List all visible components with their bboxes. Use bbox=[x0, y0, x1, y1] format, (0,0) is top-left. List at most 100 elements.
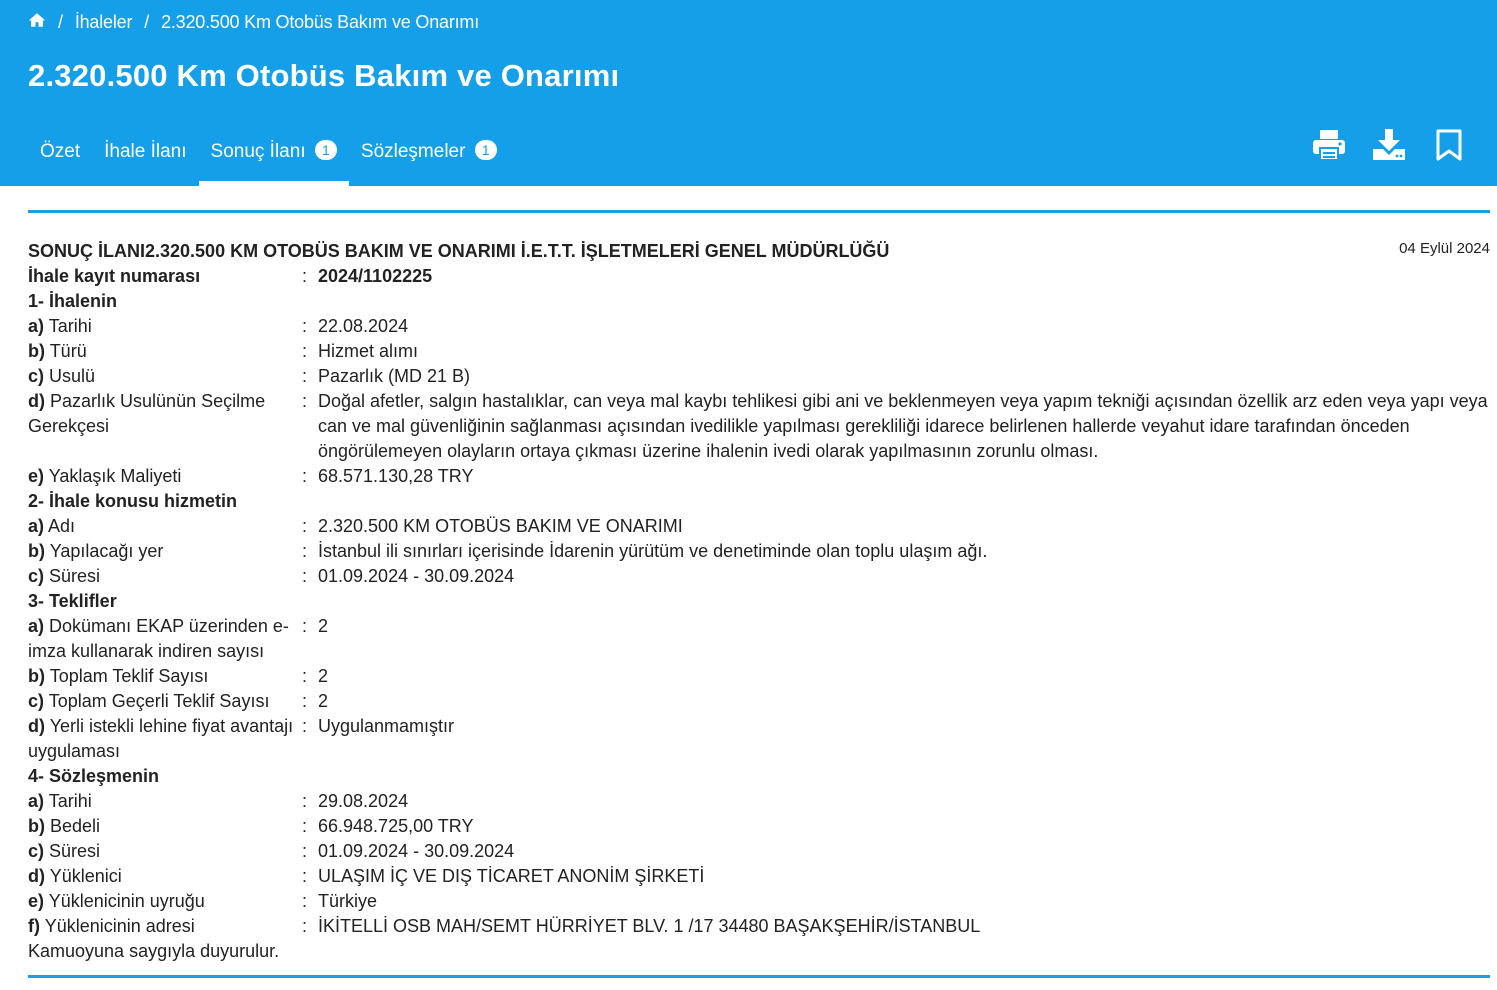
home-icon[interactable] bbox=[28, 11, 46, 34]
colon: : bbox=[302, 616, 308, 636]
colon: : bbox=[302, 341, 308, 361]
field-label: Dokümanı EKAP üzerinden e-imza kullanara… bbox=[28, 616, 289, 661]
field-label: Yapılacağı yer bbox=[49, 541, 164, 561]
field-row: a) Dokümanı EKAP üzerinden e-imza kullan… bbox=[28, 614, 1490, 664]
divider bbox=[28, 975, 1490, 978]
field-row: a) Tarihi : 29.08.2024 bbox=[28, 789, 1490, 814]
field-row: d) Yüklenici : ULAŞIM İÇ VE DIŞ TİCARET … bbox=[28, 864, 1490, 889]
section-title: 1- İhalenin bbox=[28, 291, 118, 311]
colon: : bbox=[302, 841, 308, 861]
announcement-content: SONUÇ İLANI2.320.500 KM OTOBÜS BAKIM VE … bbox=[28, 238, 1490, 964]
field-key: c) bbox=[28, 366, 45, 386]
toolbar bbox=[1311, 126, 1467, 164]
tab-label: Sonuç İlanı bbox=[210, 141, 306, 162]
field-label: Toplam Geçerli Teklif Sayısı bbox=[48, 691, 270, 711]
field-value: İstanbul ili sınırları içerisinde İdaren… bbox=[318, 541, 988, 561]
breadcrumb-separator: / bbox=[144, 11, 150, 32]
field-row: b) Türü : Hizmet alımı bbox=[28, 339, 1490, 364]
field-value: İKİTELLİ OSB MAH/SEMT HÜRRİYET BLV. 1 /1… bbox=[318, 916, 981, 936]
field-label: Yerli istekli lehine fiyat avantajı uygu… bbox=[28, 716, 294, 761]
field-key: a) bbox=[28, 516, 45, 536]
field-key: b) bbox=[28, 341, 45, 361]
field-value: ULAŞIM İÇ VE DIŞ TİCARET ANONİM ŞİRKETİ bbox=[318, 866, 705, 886]
field-label: Toplam Teklif Sayısı bbox=[49, 666, 209, 686]
field-label: Yüklenici bbox=[49, 866, 122, 886]
field-row: c) Toplam Geçerli Teklif Sayısı : 2 bbox=[28, 689, 1490, 714]
tab-label: Sözleşmeler bbox=[360, 141, 466, 162]
field-value: Pazarlık (MD 21 B) bbox=[318, 366, 471, 386]
colon: : bbox=[302, 716, 308, 736]
colon: : bbox=[302, 391, 308, 411]
field-value: Uygulanmamıştır bbox=[318, 716, 455, 736]
field-label: Türü bbox=[49, 341, 87, 361]
colon: : bbox=[302, 791, 308, 811]
registry-value: 2024/1102225 bbox=[318, 266, 433, 286]
field-label: Bedeli bbox=[50, 816, 101, 836]
field-key: a) bbox=[28, 791, 45, 811]
section-title: 3- Teklifler bbox=[28, 591, 117, 611]
print-icon[interactable] bbox=[1311, 126, 1347, 164]
colon: : bbox=[302, 516, 308, 536]
colon: : bbox=[302, 316, 308, 336]
colon: : bbox=[302, 366, 308, 386]
field-key: c) bbox=[28, 691, 45, 711]
field-key: d) bbox=[28, 391, 45, 411]
field-row: a) Adı : 2.320.500 KM OTOBÜS BAKIM VE ON… bbox=[28, 514, 1490, 539]
field-key: c) bbox=[28, 841, 45, 861]
field-key: e) bbox=[28, 891, 45, 911]
tab-sonuc-ilani[interactable]: Sonuç İlanı 1 bbox=[198, 126, 350, 186]
colon: : bbox=[302, 891, 308, 911]
colon: : bbox=[302, 566, 308, 586]
field-value: 2 bbox=[318, 616, 329, 636]
colon: : bbox=[302, 666, 308, 686]
field-value: 29.08.2024 bbox=[318, 791, 409, 811]
breadcrumb: / İhaleler / 2.320.500 Km Otobüs Bakım v… bbox=[28, 10, 479, 34]
tab-label: İhale İlanı bbox=[104, 141, 187, 162]
count-badge: 1 bbox=[314, 140, 337, 160]
download-icon[interactable] bbox=[1371, 126, 1407, 164]
field-value: 2 bbox=[318, 691, 329, 711]
field-row: b) Yapılacağı yer : İstanbul ili sınırla… bbox=[28, 539, 1490, 564]
colon: : bbox=[302, 541, 308, 561]
field-key: e) bbox=[28, 466, 45, 486]
field-key: b) bbox=[28, 541, 45, 561]
registry-row: İhale kayıt numarası : 2024/1102225 bbox=[28, 264, 1490, 289]
field-row: c) Usulü : Pazarlık (MD 21 B) bbox=[28, 364, 1490, 389]
field-label: Süresi bbox=[49, 566, 101, 586]
field-label: Usulü bbox=[49, 366, 96, 386]
field-value: 66.948.725,00 TRY bbox=[318, 816, 474, 836]
section-title: 2- İhale konusu hizmetin bbox=[28, 491, 238, 511]
field-row: d) Pazarlık Usulünün Seçilme Gerekçesi :… bbox=[28, 389, 1490, 464]
colon: : bbox=[302, 916, 308, 936]
tab-bar: Özet İhale İlanı Sonuç İlanı 1 Sözleşmel… bbox=[28, 126, 509, 186]
colon: : bbox=[302, 816, 308, 836]
field-key: d) bbox=[28, 866, 45, 886]
field-row: b) Bedeli : 66.948.725,00 TRY bbox=[28, 814, 1490, 839]
field-label: Yüklenicinin uyruğu bbox=[48, 891, 205, 911]
field-value: 01.09.2024 - 30.09.2024 bbox=[318, 841, 515, 861]
field-value: 68.571.130,28 TRY bbox=[318, 466, 474, 486]
breadcrumb-ihaleler[interactable]: İhaleler bbox=[75, 12, 133, 33]
section-title: 4- Sözleşmenin bbox=[28, 766, 160, 786]
field-row: d) Yerli istekli lehine fiyat avantajı u… bbox=[28, 714, 1490, 764]
tab-sozlesmeler[interactable]: Sözleşmeler 1 bbox=[349, 126, 509, 186]
field-label: Pazarlık Usulünün Seçilme Gerekçesi bbox=[28, 391, 266, 436]
bookmark-icon[interactable] bbox=[1431, 126, 1467, 164]
field-label: Adı bbox=[48, 516, 76, 536]
field-value: 2 bbox=[318, 666, 329, 686]
field-value: Doğal afetler, salgın hastalıklar, can v… bbox=[318, 391, 1488, 461]
field-row: c) Süresi : 01.09.2024 - 30.09.2024 bbox=[28, 839, 1490, 864]
field-label: Tarihi bbox=[48, 316, 92, 336]
field-row: c) Süresi : 01.09.2024 - 30.09.2024 bbox=[28, 564, 1490, 589]
tab-ozet[interactable]: Özet bbox=[28, 126, 92, 186]
closing-text: Kamuoyuna saygıyla duyurulur. bbox=[28, 941, 280, 961]
colon: : bbox=[302, 466, 308, 486]
field-label: Yüklenicinin adresi bbox=[44, 916, 195, 936]
tab-ihale-ilani[interactable]: İhale İlanı bbox=[92, 126, 198, 186]
announcement-heading: SONUÇ İLANI2.320.500 KM OTOBÜS BAKIM VE … bbox=[28, 241, 890, 261]
colon: : bbox=[302, 266, 308, 286]
tab-label: Özet bbox=[40, 141, 81, 162]
divider bbox=[28, 210, 1490, 213]
field-label: Yaklaşık Maliyeti bbox=[48, 466, 182, 486]
field-value: 22.08.2024 bbox=[318, 316, 409, 336]
